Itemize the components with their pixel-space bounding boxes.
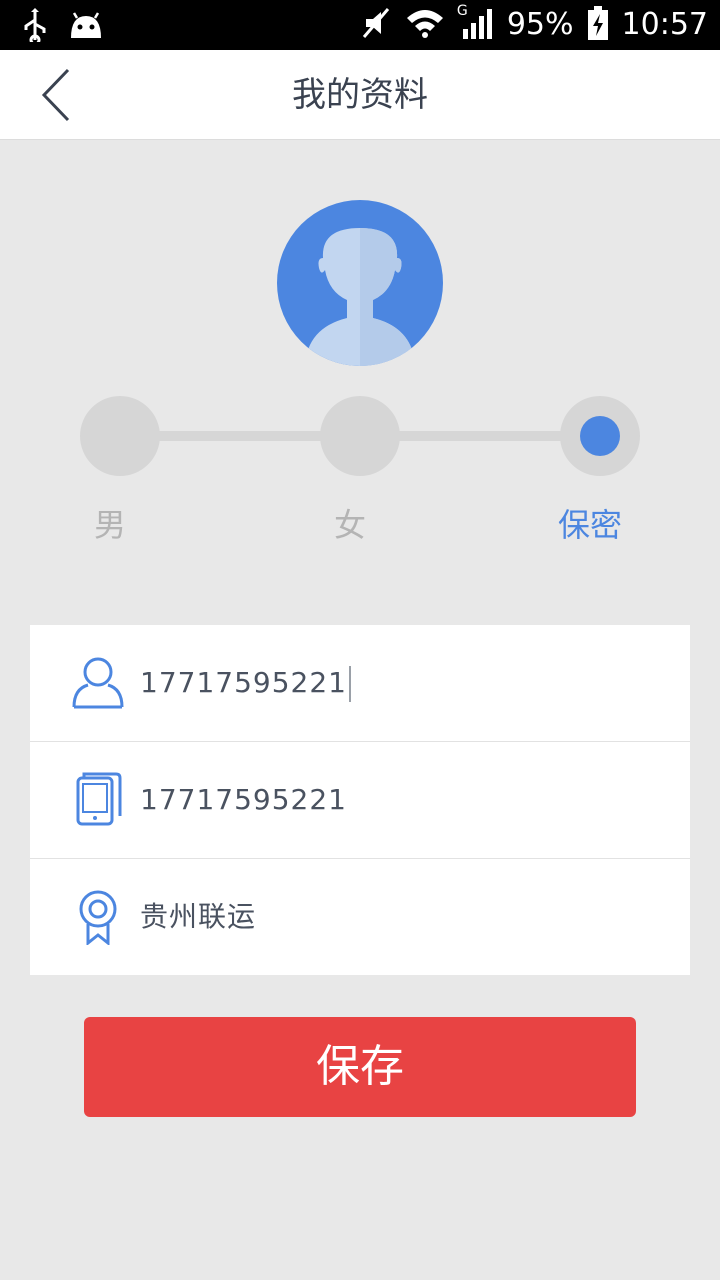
signal-icon: G xyxy=(457,3,493,43)
status-bar: G 95% 10:57 xyxy=(0,0,720,50)
text-caret xyxy=(348,666,351,702)
wifi-icon xyxy=(405,8,445,42)
title-bar: 我的资料 xyxy=(0,50,720,140)
username-field[interactable]: 17717595221 xyxy=(140,653,351,713)
network-type-label: G xyxy=(456,3,468,19)
gender-label-female[interactable]: 女 xyxy=(270,500,430,546)
gender-option-female[interactable] xyxy=(320,396,400,476)
battery-charging-icon xyxy=(587,6,608,44)
gender-label-secret[interactable]: 保密 xyxy=(510,500,670,546)
page-title: 我的资料 xyxy=(292,75,428,115)
company-field[interactable]: 贵州联运 xyxy=(140,887,256,947)
username-value: 17717595221 xyxy=(140,666,347,699)
android-icon xyxy=(68,10,104,44)
gender-label-male[interactable]: 男 xyxy=(30,500,190,546)
default-user-avatar-icon xyxy=(305,228,415,366)
gender-option-secret[interactable] xyxy=(560,396,640,476)
phone-field[interactable]: 17717595221 xyxy=(140,770,347,830)
mute-icon xyxy=(361,6,391,44)
phone-row: 17717595221 xyxy=(30,742,690,859)
selected-dot xyxy=(580,416,620,456)
battery-percent: 95% xyxy=(506,7,574,42)
clock: 10:57 xyxy=(621,7,708,42)
save-button[interactable]: 保存 xyxy=(84,1017,636,1117)
avatar[interactable] xyxy=(277,200,443,366)
gender-option-male[interactable] xyxy=(80,396,160,476)
badge-icon xyxy=(79,890,117,945)
usb-icon xyxy=(20,8,50,46)
user-icon xyxy=(72,657,124,709)
username-row: 17717595221 xyxy=(30,625,690,742)
company-row: 贵州联运 xyxy=(30,859,690,975)
profile-form: 17717595221 17717595221 贵州联运 xyxy=(30,625,690,975)
phone-icon xyxy=(76,772,122,826)
